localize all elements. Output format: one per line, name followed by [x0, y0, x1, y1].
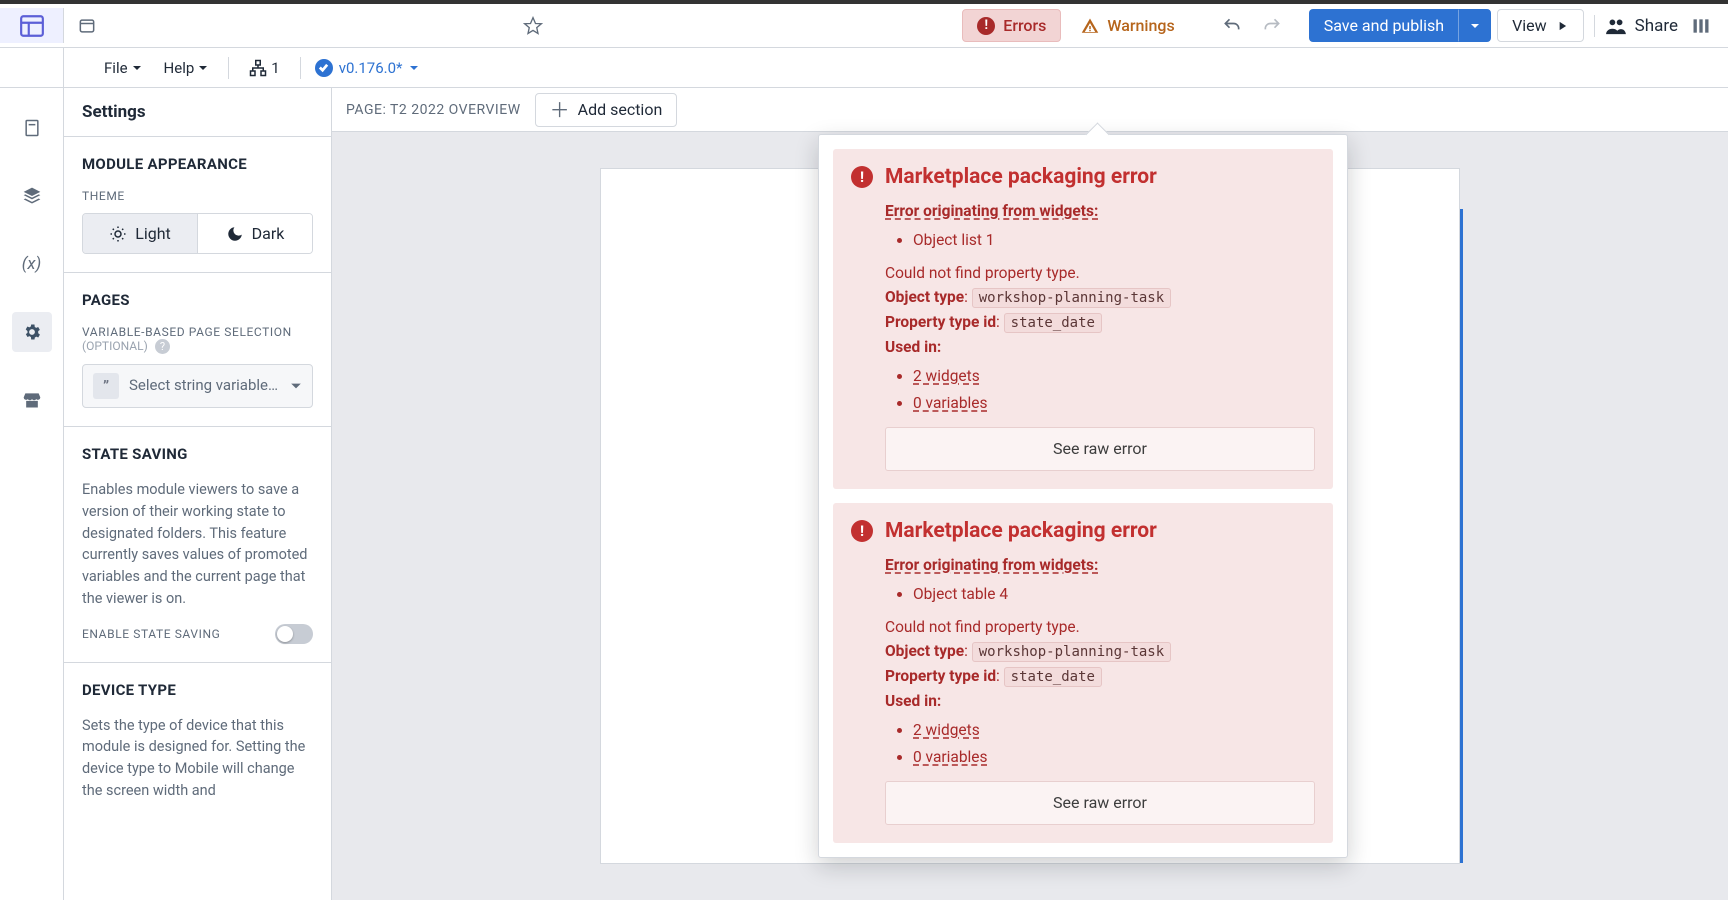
- people-icon: [1605, 17, 1627, 35]
- error-object-type: workshop-planning-task: [972, 642, 1171, 662]
- state-saving-description: Enables module viewers to save a version…: [82, 479, 313, 610]
- error-origin-label: Error originating from widgets:: [885, 199, 1315, 224]
- error-icon: !: [851, 166, 873, 188]
- state-saving-toggle[interactable]: [275, 624, 313, 644]
- app-logo[interactable]: [0, 8, 64, 43]
- sun-icon: [109, 225, 127, 243]
- error-icon: !: [851, 520, 873, 542]
- rail-variables[interactable]: (x): [12, 244, 52, 284]
- section-module-appearance: MODULE APPEARANCE THEME Light Dark: [64, 137, 331, 273]
- favorite-star-icon[interactable]: [516, 9, 550, 43]
- section-heading: MODULE APPEARANCE: [82, 155, 313, 173]
- error-used-in-label: Used in:: [885, 689, 1315, 714]
- error-card: ! Marketplace packaging error Error origin…: [833, 503, 1333, 843]
- page-breadcrumb: PAGE: T2 2022 OVERVIEW: [346, 102, 521, 118]
- undo-button[interactable]: [1215, 9, 1249, 43]
- version-badge[interactable]: v0.176.0*: [315, 59, 419, 77]
- see-raw-error-button[interactable]: See raw error: [885, 427, 1315, 471]
- caret-down-icon: [132, 63, 142, 73]
- error-title: Marketplace packaging error: [885, 519, 1157, 543]
- rail-layers[interactable]: [12, 176, 52, 216]
- errors-popover: ! Marketplace packaging error Error origin…: [818, 134, 1348, 858]
- see-raw-error-button[interactable]: See raw error: [885, 781, 1315, 825]
- state-saving-toggle-label: ENABLE STATE SAVING: [82, 627, 220, 641]
- error-used-in-link[interactable]: 0 variables: [913, 394, 988, 412]
- error-used-in-link[interactable]: 0 variables: [913, 748, 988, 766]
- play-icon: [1555, 19, 1569, 33]
- error-used-in-list: 2 widgets 0 variables: [885, 364, 1315, 416]
- select-placeholder: Select string variable…: [129, 376, 280, 396]
- error-title: Marketplace packaging error: [885, 165, 1157, 189]
- save-and-publish-button[interactable]: Save and publish: [1309, 9, 1491, 42]
- section-heading: STATE SAVING: [82, 445, 313, 463]
- theme-light-button[interactable]: Light: [83, 214, 197, 253]
- divider: [228, 57, 229, 79]
- error-origin-list: Object table 4: [885, 582, 1315, 607]
- error-message: Could not find property type.: [885, 261, 1315, 286]
- canvas-toolbar: PAGE: T2 2022 OVERVIEW ＋ Add section: [332, 88, 1728, 132]
- error-used-in-label: Used in:: [885, 335, 1315, 360]
- theme-dark-button[interactable]: Dark: [197, 214, 312, 253]
- save-and-publish-dropdown[interactable]: [1459, 9, 1491, 42]
- main-layout: (x) Settings MODULE APPEARANCE THEME Lig…: [0, 88, 1728, 900]
- theme-label: THEME: [82, 189, 313, 203]
- error-property-id: state_date: [1004, 667, 1102, 687]
- check-circle-icon: [315, 59, 333, 77]
- file-menu[interactable]: File: [98, 55, 148, 81]
- error-property-id: state_date: [1004, 313, 1102, 333]
- warning-icon: [1081, 17, 1099, 35]
- panel-toggle-button[interactable]: [1684, 9, 1718, 43]
- section-device-type: DEVICE TYPE Sets the type of device that…: [64, 663, 331, 834]
- error-origin-list: Object list 1: [885, 228, 1315, 253]
- device-type-description: Sets the type of device that this module…: [82, 715, 313, 802]
- add-section-button[interactable]: ＋ Add section: [535, 93, 678, 127]
- menu-bar: File Help 1 v0.176.0*: [0, 48, 1728, 88]
- divider: [1594, 15, 1595, 37]
- caret-down-icon: [1470, 21, 1480, 31]
- error-message: Could not find property type.: [885, 615, 1315, 640]
- error-origin-item: Object table 4: [913, 582, 1315, 607]
- settings-sidebar: Settings MODULE APPEARANCE THEME Light D…: [64, 88, 332, 900]
- redo-button[interactable]: [1255, 9, 1289, 43]
- section-pages: PAGES VARIABLE-BASED PAGE SELECTION (OPT…: [64, 273, 331, 427]
- warnings-button[interactable]: Warnings: [1067, 10, 1188, 41]
- caret-down-icon: [198, 63, 208, 73]
- moon-icon: [226, 225, 244, 243]
- section-heading: DEVICE TYPE: [82, 681, 313, 699]
- rail-marketplace[interactable]: [12, 380, 52, 420]
- error-used-in-list: 2 widgets 0 variables: [885, 718, 1315, 770]
- help-icon[interactable]: ?: [155, 339, 170, 354]
- share-button[interactable]: Share: [1605, 16, 1678, 36]
- section-heading: PAGES: [82, 291, 313, 309]
- module-icon[interactable]: [70, 9, 104, 43]
- error-used-in-link[interactable]: 2 widgets: [913, 721, 980, 739]
- caret-down-icon: [290, 380, 302, 392]
- error-origin-label: Error originating from widgets:: [885, 553, 1315, 578]
- caret-down-icon: [409, 63, 419, 73]
- error-badge-icon: !: [977, 17, 995, 35]
- sidebar-title: Settings: [64, 88, 331, 137]
- plus-icon: ＋: [550, 100, 570, 120]
- workspace-count[interactable]: 1: [243, 55, 285, 81]
- rail-document[interactable]: [12, 108, 52, 148]
- help-menu[interactable]: Help: [158, 55, 215, 81]
- errors-button[interactable]: ! Errors: [962, 9, 1061, 42]
- theme-segmented: Light Dark: [82, 213, 313, 254]
- variable-page-label: VARIABLE-BASED PAGE SELECTION (OPTIONAL)…: [82, 325, 313, 354]
- hierarchy-icon: [249, 59, 267, 77]
- error-card: ! Marketplace packaging error Error origin…: [833, 149, 1333, 489]
- title-bar: ! Errors Warnings Save and publish View …: [0, 4, 1728, 48]
- left-rail: (x): [0, 88, 64, 900]
- error-origin-item: Object list 1: [913, 228, 1315, 253]
- divider: [300, 57, 301, 79]
- view-button[interactable]: View: [1497, 9, 1584, 42]
- variable-page-select[interactable]: ” Select string variable…: [82, 364, 313, 408]
- canvas-area: PAGE: T2 2022 OVERVIEW ＋ Add section ! Ma…: [332, 88, 1728, 900]
- error-object-type: workshop-planning-task: [972, 288, 1171, 308]
- section-state-saving: STATE SAVING Enables module viewers to s…: [64, 427, 331, 663]
- error-used-in-link[interactable]: 2 widgets: [913, 367, 980, 385]
- rail-settings[interactable]: [12, 312, 52, 352]
- quote-icon: ”: [93, 373, 119, 399]
